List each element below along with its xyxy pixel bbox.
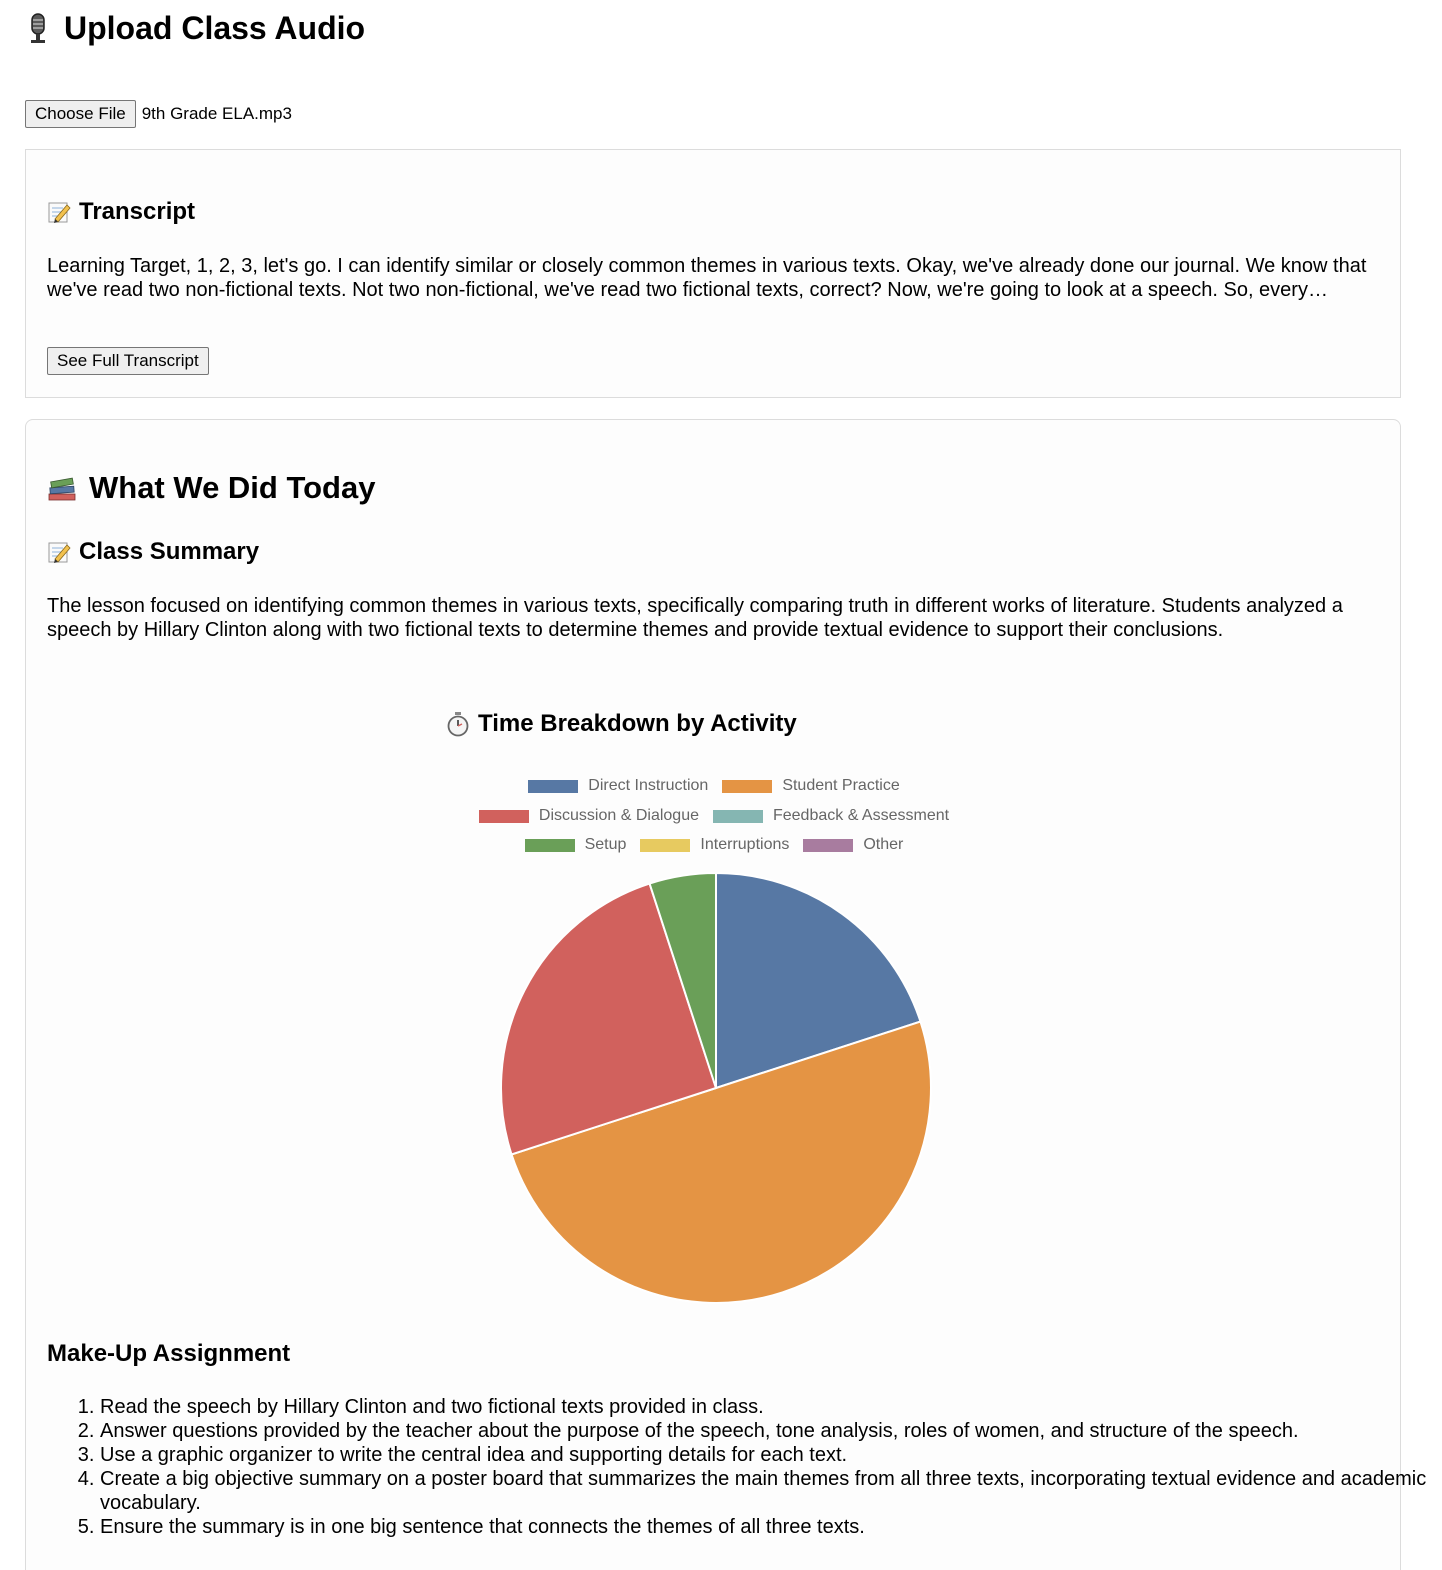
legend-row-1: Direct Instruction Student Practice	[26, 776, 1402, 796]
makeup-heading: Make-Up Assignment	[47, 1340, 290, 1368]
legend-item[interactable]: Student Practice	[722, 777, 900, 795]
legend-item[interactable]: Direct Instruction	[528, 777, 708, 795]
chart-title: Time Breakdown by Activity	[478, 710, 797, 737]
legend-label: Setup	[584, 836, 627, 853]
transcript-heading: Transcript	[47, 198, 195, 226]
legend-item[interactable]: Setup	[524, 836, 627, 854]
legend-item[interactable]: Other	[803, 836, 903, 854]
list-item: Answer questions provided by the teacher…	[100, 1419, 1440, 1443]
page-title: Upload Class Audio	[24, 10, 365, 47]
makeup-list: Read the speech by Hillary Clinton and t…	[47, 1395, 1440, 1539]
class-summary-text: The lesson focused on identifying common…	[47, 595, 1343, 641]
list-item: Create a big objective summary on a post…	[100, 1467, 1440, 1515]
file-upload: Choose File 9th Grade ELA.mp3	[25, 100, 292, 128]
legend-row-3: Setup Interruptions Other	[26, 835, 1402, 855]
books-icon	[47, 473, 77, 503]
transcript-text: Learning Target, 1, 2, 3, let's go. I ca…	[47, 255, 1367, 301]
legend-swatch	[712, 809, 763, 823]
class-summary-heading: Class Summary	[47, 538, 259, 566]
legend-label: Direct Instruction	[588, 777, 709, 794]
see-full-transcript-button[interactable]: See Full Transcript	[47, 347, 209, 375]
makeup-title: Make-Up Assignment	[47, 1340, 291, 1367]
legend-item[interactable]: Feedback & Assessment	[712, 807, 950, 825]
legend-item[interactable]: Interruptions	[640, 836, 789, 854]
legend-label: Feedback & Assessment	[772, 807, 950, 824]
legend-swatch	[803, 838, 854, 852]
today-heading: What We Did Today	[47, 470, 375, 506]
legend-label: Discussion & Dialogue	[538, 807, 699, 824]
legend-swatch	[528, 779, 579, 793]
legend-swatch	[640, 838, 691, 852]
choose-file-button[interactable]: Choose File	[25, 100, 136, 128]
legend-swatch	[478, 809, 529, 823]
selected-file-name: 9th Grade ELA.mp3	[141, 104, 292, 123]
legend-label: Student Practice	[782, 777, 900, 794]
legend-swatch	[722, 779, 773, 793]
legend-label: Interruptions	[700, 836, 790, 853]
list-item: Ensure the summary is in one big sentenc…	[100, 1515, 1440, 1539]
what-we-did-today-card: What We Did Today Class Summary The less…	[25, 419, 1426, 1570]
memo-icon	[47, 200, 71, 224]
today-title: What We Did Today	[89, 470, 376, 505]
stopwatch-icon	[446, 711, 470, 737]
microphone-icon	[24, 12, 52, 46]
pie-chart	[500, 871, 932, 1304]
list-item: Read the speech by Hillary Clinton and t…	[100, 1395, 1440, 1419]
legend-row-2: Discussion & Dialogue Feedback & Assessm…	[26, 806, 1402, 826]
page-title-text: Upload Class Audio	[64, 10, 366, 46]
list-item: Use a graphic organizer to write the cen…	[100, 1443, 1440, 1467]
class-summary-title: Class Summary	[79, 538, 260, 565]
memo-icon	[47, 540, 71, 564]
transcript-title: Transcript	[79, 198, 196, 225]
page: Upload Class Audio Choose File 9th Grade…	[0, 0, 1442, 1570]
chart-heading: Time Breakdown by Activity	[446, 710, 797, 738]
legend-item[interactable]: Discussion & Dialogue	[478, 807, 699, 825]
legend-swatch	[524, 838, 575, 852]
transcript-card: Transcript Learning Target, 1, 2, 3, let…	[25, 149, 1401, 398]
legend-label: Other	[863, 836, 904, 853]
